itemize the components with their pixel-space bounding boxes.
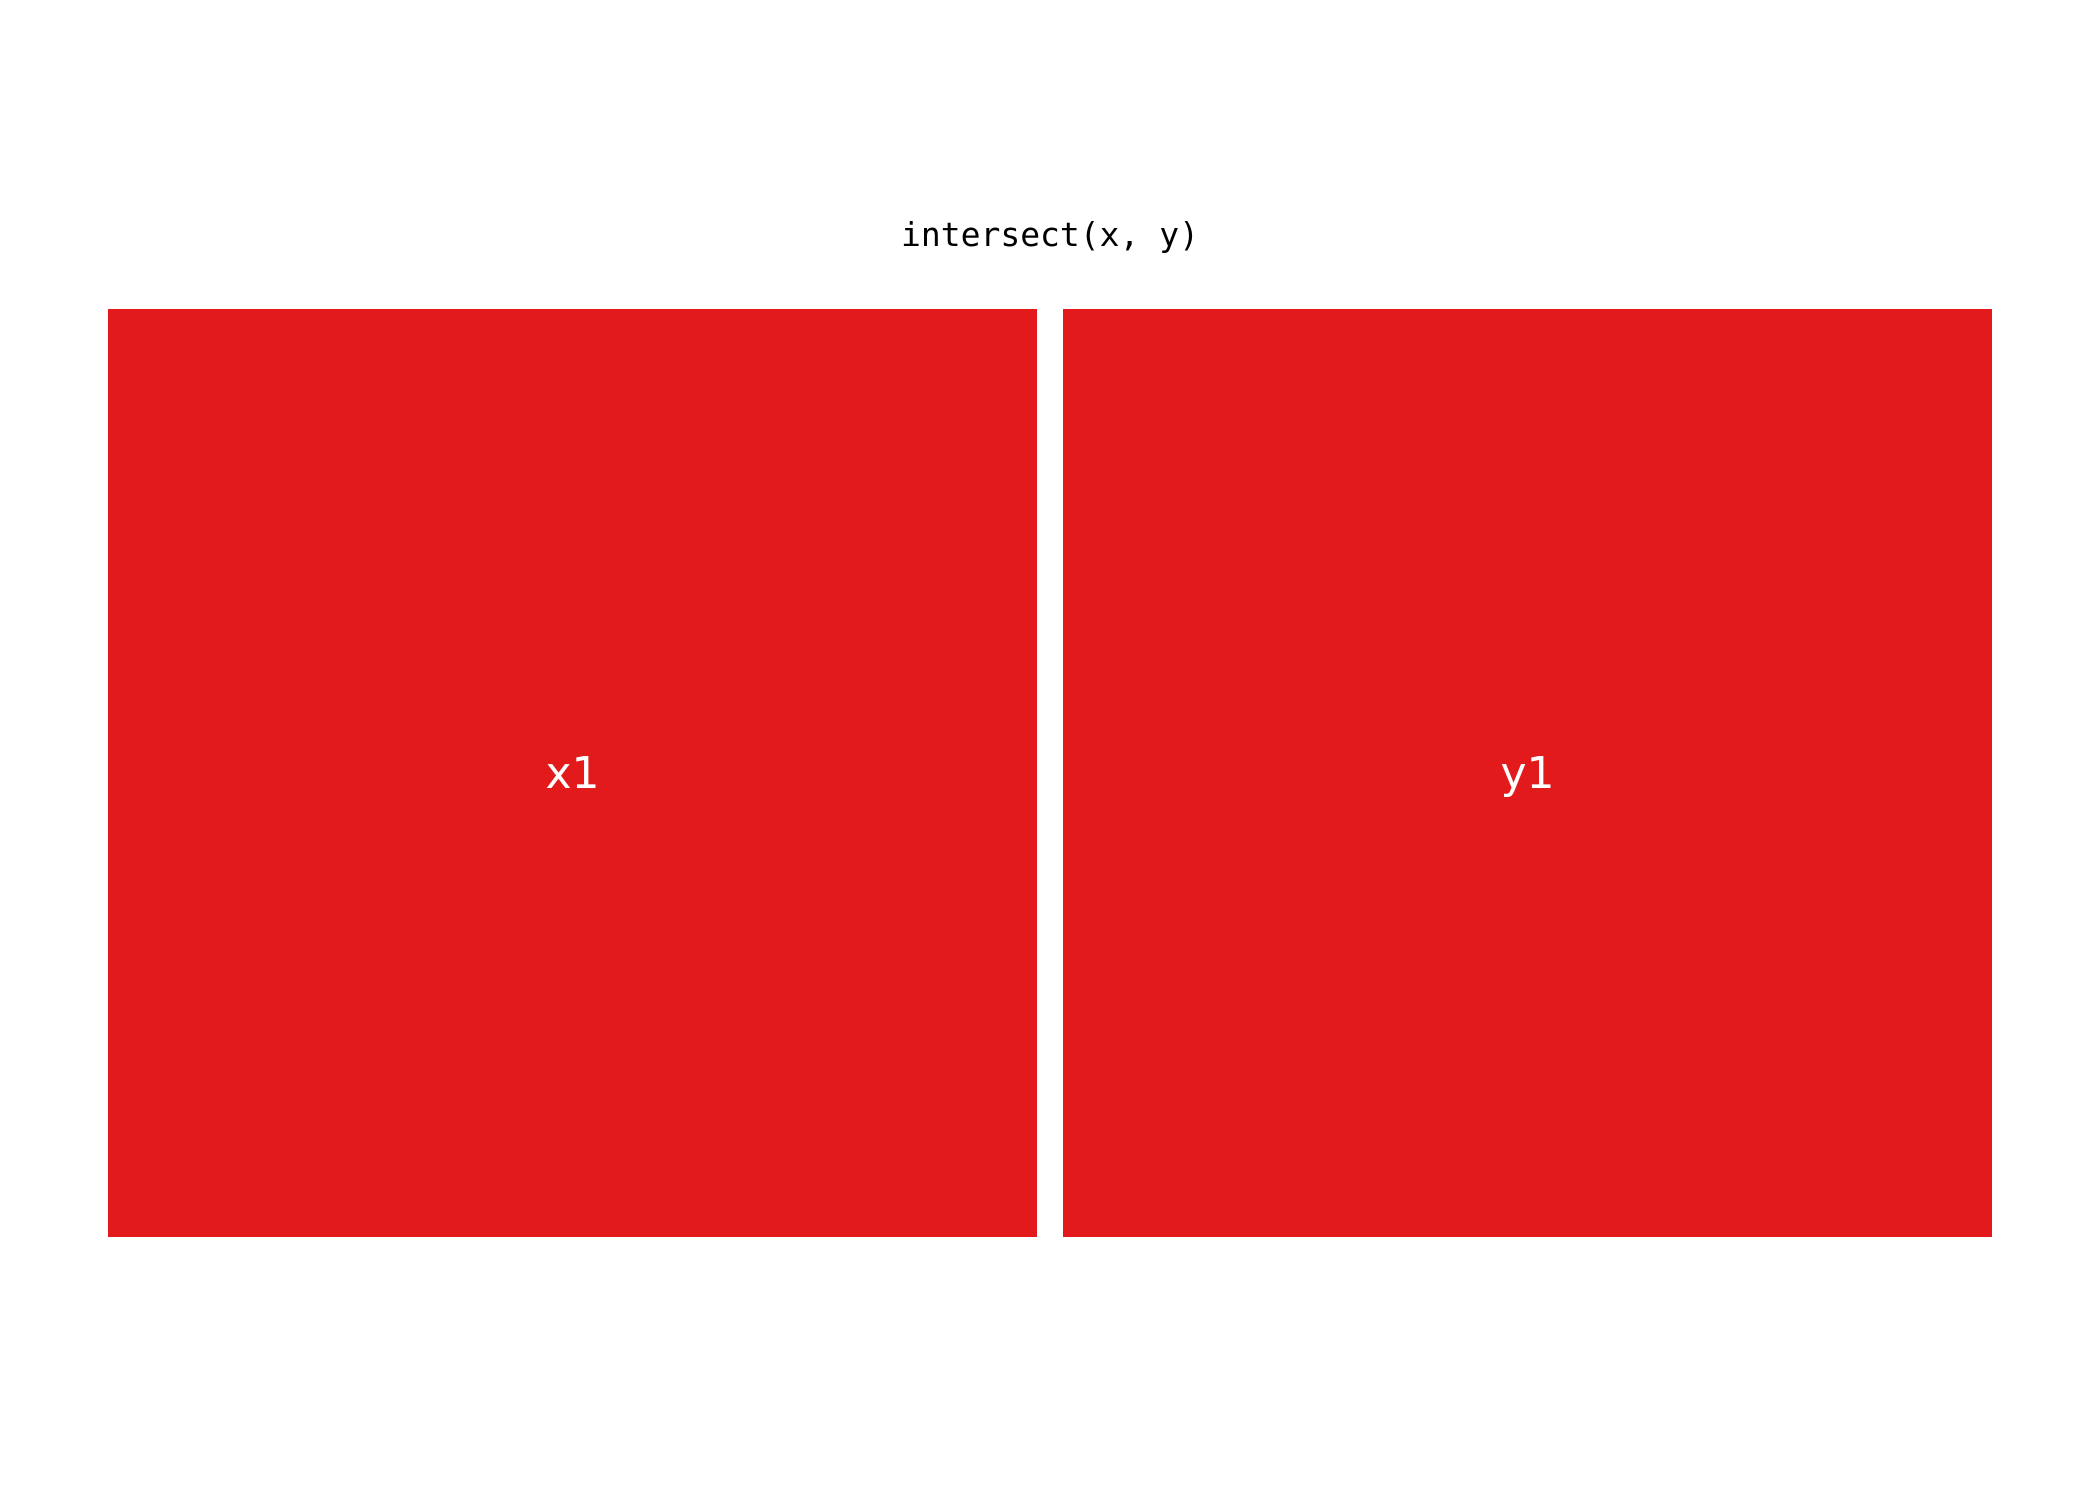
- panel-x-label: x1: [545, 747, 600, 799]
- diagram-title: intersect(x, y): [900, 215, 1199, 254]
- panel-y-label: y1: [1500, 747, 1555, 799]
- panel-x: x1: [108, 309, 1037, 1237]
- panel-y: y1: [1063, 309, 1992, 1237]
